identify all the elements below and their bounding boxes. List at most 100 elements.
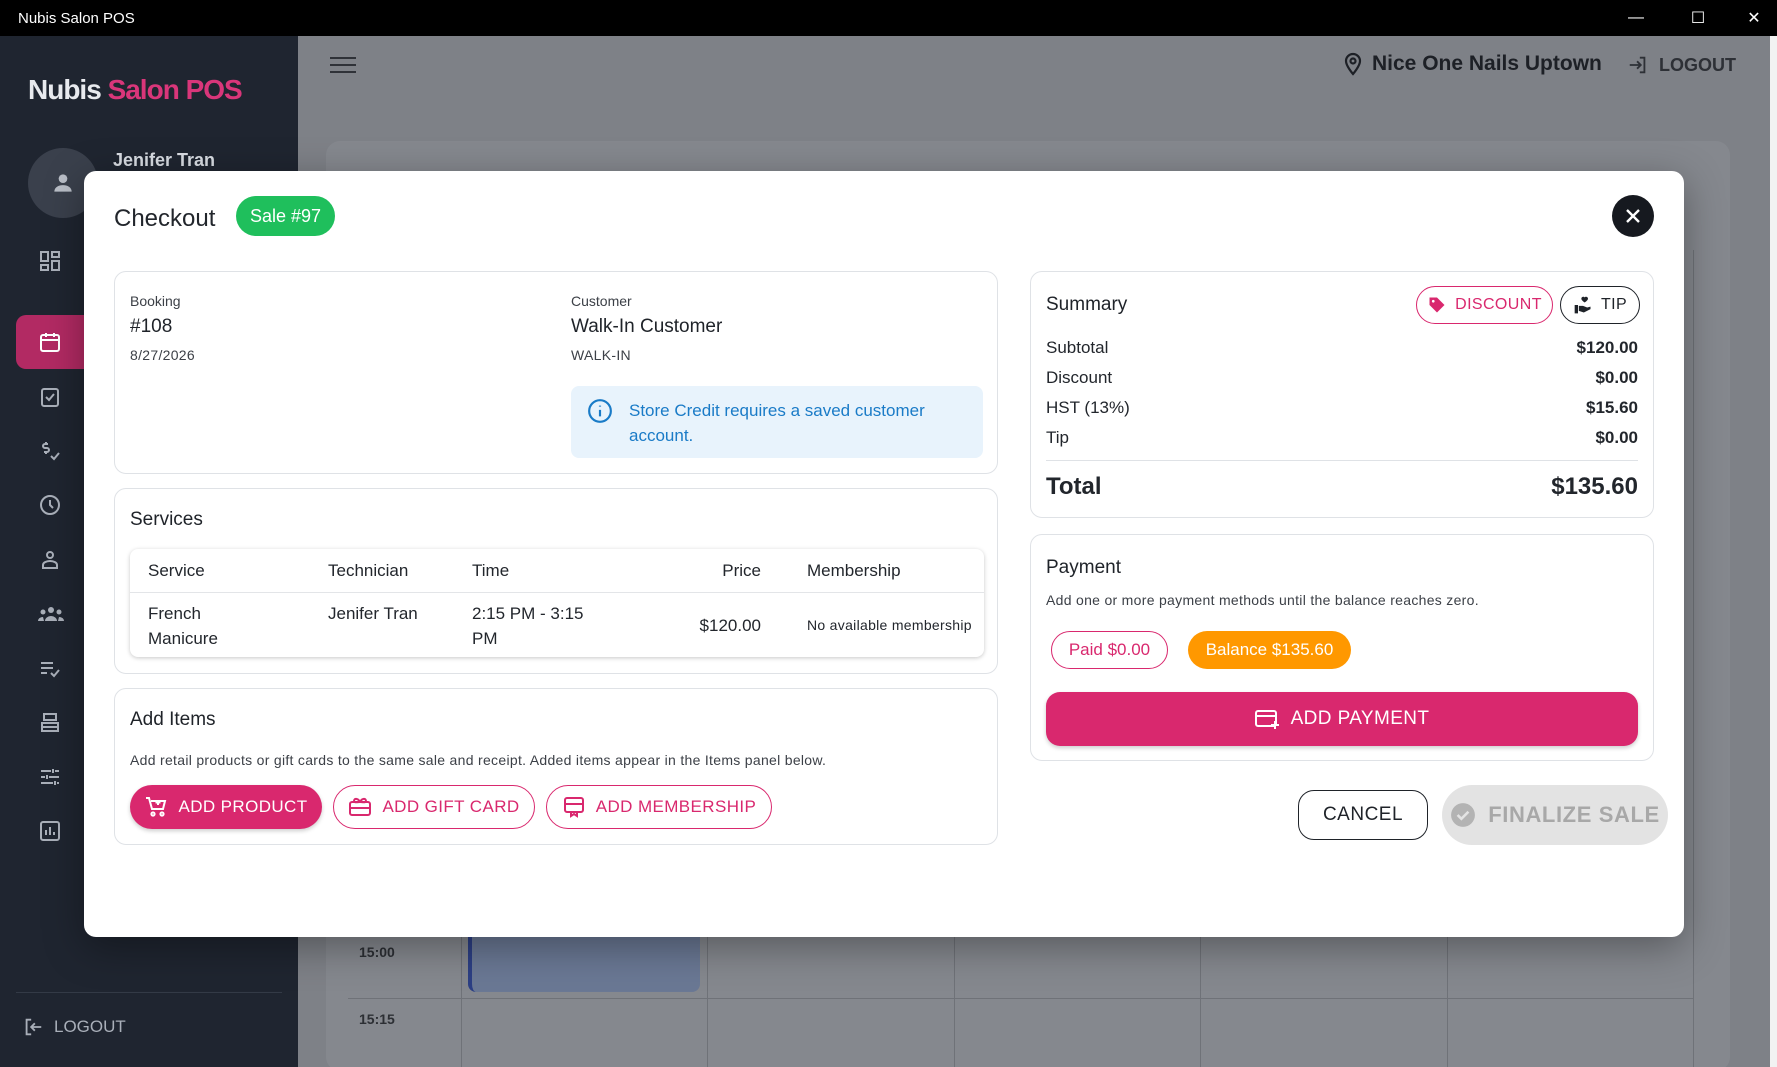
column-header-time: Time: [472, 561, 510, 580]
sidebar-logout-label: LOGOUT: [54, 1017, 126, 1036]
summary-panel: Summary DISCOUNT TIP Subtotal $120.00 Di…: [1030, 271, 1654, 518]
tax-row: HST (13%) $15.60: [1046, 398, 1638, 418]
add-membership-button[interactable]: ADD MEMBERSHIP: [546, 785, 772, 829]
store-credit-notice: Store Credit requires a saved customer a…: [571, 386, 983, 458]
check-circle-icon: [1451, 803, 1476, 827]
person-icon: [54, 174, 72, 192]
credit-card-plus-icon: [1254, 710, 1279, 729]
total-value: $135.60: [1551, 473, 1638, 500]
add-payment-label: ADD PAYMENT: [1290, 708, 1430, 729]
services-table: Service Technician Time Price Membership…: [130, 549, 984, 657]
appointment-block[interactable]: [468, 930, 700, 992]
maximize-button[interactable]: ☐: [1670, 0, 1726, 36]
customer-label: Customer: [571, 293, 632, 309]
clock-icon: [40, 495, 60, 515]
close-dialog-button[interactable]: [1612, 195, 1654, 237]
service-membership: No available membership: [807, 617, 972, 633]
location-pin-icon: [1344, 52, 1362, 76]
discount-button[interactable]: DISCOUNT: [1416, 286, 1553, 324]
total-label: Total: [1046, 473, 1102, 500]
service-time: 2:15 PM - 3:15 PM: [472, 604, 584, 648]
time-slot-label: 15:15: [359, 1011, 395, 1027]
hamburger-menu-icon[interactable]: [330, 52, 356, 78]
tax-label: HST (13%): [1046, 398, 1130, 417]
checklist-icon: [41, 388, 59, 407]
customer-name: Walk-In Customer: [571, 316, 723, 337]
window-title: Nubis Salon POS: [18, 9, 135, 27]
brand-name: Nubis: [28, 74, 102, 105]
membership-card-icon: [563, 797, 584, 818]
discount-row-label: Discount: [1046, 368, 1113, 387]
booking-number: #108: [130, 316, 173, 337]
column-header-price: Price: [722, 561, 761, 580]
add-payment-button[interactable]: ADD PAYMENT: [1046, 692, 1638, 746]
tip-button[interactable]: TIP: [1560, 286, 1640, 324]
customer-type: WALK-IN: [571, 347, 631, 363]
hand-heart-icon: [1574, 296, 1591, 314]
tip-row: Tip $0.00: [1046, 428, 1638, 448]
paid-amount-chip: Paid $0.00: [1051, 631, 1168, 669]
price-icon: [42, 442, 60, 461]
add-items-title: Add Items: [130, 709, 216, 730]
location-indicator: Nice One Nails Uptown: [1344, 52, 1602, 76]
sale-number-badge: Sale #97: [236, 196, 336, 236]
register-icon: [41, 713, 59, 732]
service-name: French Manicure: [148, 604, 218, 648]
minimize-button[interactable]: —: [1608, 0, 1664, 36]
finalize-sale-button[interactable]: FINALIZE SALE: [1442, 785, 1668, 845]
close-icon: ✕: [1747, 10, 1761, 27]
technician-name: Jenifer Tran: [328, 604, 418, 623]
sidebar-logout-button[interactable]: LOGOUT: [22, 1016, 126, 1038]
services-panel: Services Service Technician Time Price M…: [114, 488, 998, 674]
gift-card-icon: [349, 797, 372, 816]
discount-row: Discount $0.00: [1046, 368, 1638, 388]
sidebar-divider: [16, 992, 282, 993]
total-row: Total $135.60: [1046, 473, 1638, 501]
topbar-logout-button[interactable]: LOGOUT: [1627, 54, 1736, 76]
store-credit-message: Store Credit requires a saved customer a…: [629, 401, 925, 445]
window-scrollbar[interactable]: [1770, 36, 1777, 1067]
column-header-technician: Technician: [328, 561, 409, 580]
add-product-label: ADD PRODUCT: [178, 797, 308, 816]
dashboard-icon: [40, 251, 60, 271]
tip-label: TIP: [1600, 296, 1628, 313]
tip-row-label: Tip: [1046, 428, 1069, 447]
tag-icon: [1429, 297, 1445, 313]
subtotal-value: $120.00: [1576, 338, 1638, 357]
payment-title: Payment: [1046, 557, 1121, 578]
column-header-membership: Membership: [807, 561, 901, 580]
list-check-icon: [41, 662, 60, 678]
discount-value: $0.00: [1595, 368, 1638, 387]
calendar-icon: [40, 333, 60, 352]
booking-customer-panel: Booking #108 8/27/2026 Customer Walk-In …: [114, 271, 998, 474]
payment-panel: Payment Add one or more payment methods …: [1030, 534, 1654, 761]
time-slot-label: 15:00: [359, 944, 395, 960]
dialog-title: Checkout: [114, 205, 216, 232]
services-title: Services: [130, 509, 203, 530]
add-items-description: Add retail products or gift cards to the…: [130, 752, 827, 768]
login-icon: [1629, 56, 1646, 74]
logout-icon: [25, 1018, 42, 1036]
checkout-dialog: Checkout Sale #97 Booking #108 8/27/2026…: [84, 171, 1684, 937]
info-icon: [588, 399, 612, 423]
summary-divider: [1046, 460, 1638, 461]
add-membership-label: ADD MEMBERSHIP: [595, 797, 757, 816]
booking-date: 8/27/2026: [130, 347, 195, 363]
brand-suffix: Salon POS: [107, 74, 243, 105]
user-name: Jenifer Tran: [113, 150, 216, 170]
close-window-button[interactable]: ✕: [1726, 0, 1777, 36]
window-titlebar: Nubis Salon POS — ☐ ✕: [0, 0, 1777, 36]
discount-label: DISCOUNT: [1455, 296, 1542, 313]
subtotal-label: Subtotal: [1046, 338, 1109, 357]
add-gift-card-label: ADD GIFT CARD: [382, 797, 520, 816]
sliders-icon: [41, 769, 59, 785]
maximize-icon: ☐: [1690, 10, 1706, 27]
group-icon: [38, 607, 64, 621]
payment-description: Add one or more payment methods until th…: [1046, 592, 1479, 608]
add-gift-card-button[interactable]: ADD GIFT CARD: [333, 785, 535, 829]
topbar-logout-label: LOGOUT: [1659, 54, 1736, 75]
balance-chip: Balance $135.60: [1188, 631, 1351, 669]
cancel-button[interactable]: CANCEL: [1298, 790, 1428, 840]
column-header-service: Service: [148, 561, 205, 580]
add-product-button[interactable]: ADD PRODUCT: [130, 785, 322, 829]
